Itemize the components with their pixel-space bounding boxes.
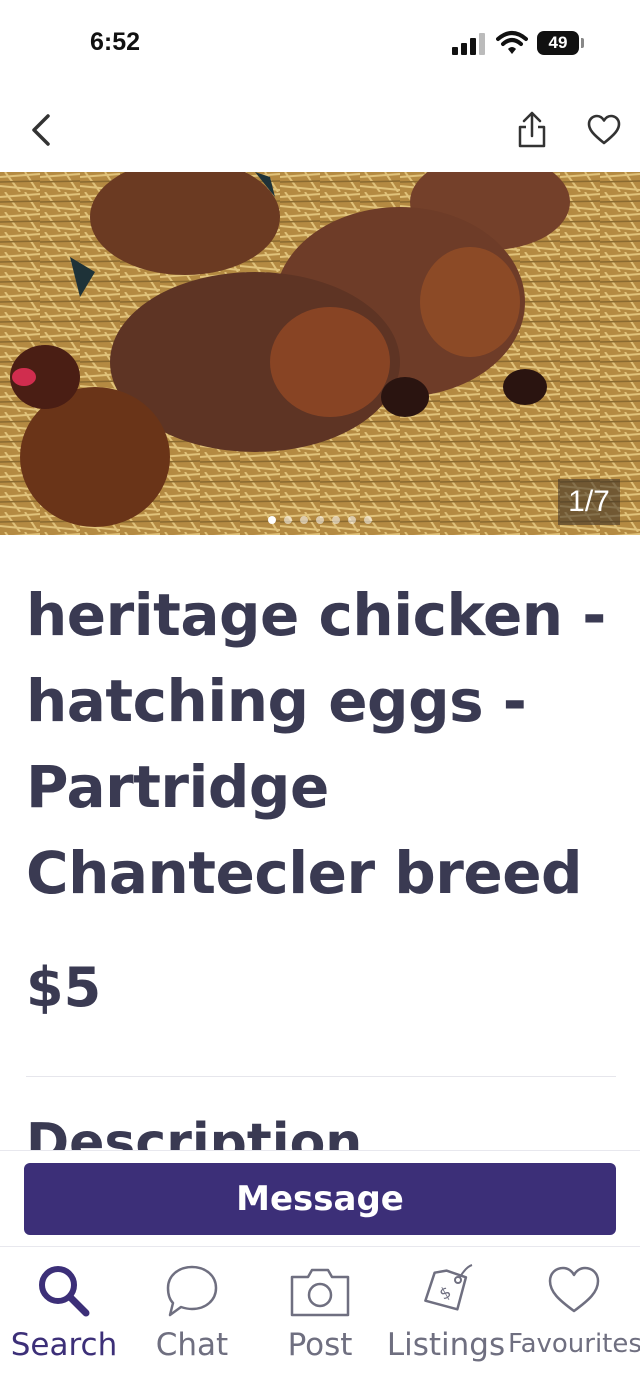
favourite-heart-icon[interactable] xyxy=(586,112,622,148)
wifi-icon xyxy=(496,31,528,54)
svg-text:$: $ xyxy=(436,1282,454,1304)
photo-pagination-dots xyxy=(268,516,372,524)
description-heading: Description xyxy=(26,1113,363,1150)
message-bar: Message xyxy=(0,1150,640,1246)
tab-post[interactable]: Post xyxy=(256,1247,384,1377)
message-button[interactable]: Message xyxy=(24,1163,616,1235)
tab-label: Chat xyxy=(155,1327,229,1363)
photo-counter: 1/7 xyxy=(558,479,620,525)
tab-label: Post xyxy=(287,1327,353,1363)
tab-label: Listings xyxy=(386,1327,506,1363)
pagination-dot xyxy=(332,516,340,524)
pagination-dot xyxy=(364,516,372,524)
tab-search[interactable]: Search xyxy=(0,1247,128,1377)
pagination-dot xyxy=(300,516,308,524)
search-icon xyxy=(39,1266,90,1317)
listing-photo-carousel[interactable]: 1/7 xyxy=(0,172,640,535)
pagination-dot xyxy=(284,516,292,524)
pagination-dot xyxy=(348,516,356,524)
pagination-dot xyxy=(268,516,276,524)
heart-icon xyxy=(548,1266,600,1313)
listing-title: heritage chicken - hatching eggs - Partr… xyxy=(26,572,616,916)
back-chevron-icon[interactable] xyxy=(26,108,58,152)
chat-bubble-icon xyxy=(166,1265,218,1317)
bottom-tab-bar: Search Chat Post $ Listings Favourites xyxy=(0,1246,640,1388)
battery-indicator: 49 xyxy=(537,31,579,55)
tab-favourites[interactable]: Favourites xyxy=(508,1247,640,1377)
tab-label: Search xyxy=(10,1327,118,1363)
listing-title-line: heritage chicken - xyxy=(26,581,606,649)
cellular-signal-icon xyxy=(452,33,488,55)
listing-title-line: Partridge xyxy=(26,753,329,821)
status-time: 6:52 xyxy=(90,28,141,56)
tab-chat[interactable]: Chat xyxy=(128,1247,256,1377)
status-bar: 6:52 49 xyxy=(0,0,640,88)
divider xyxy=(26,1076,616,1077)
pagination-dot xyxy=(316,516,324,524)
battery-tip xyxy=(581,38,584,48)
camera-icon xyxy=(290,1268,350,1317)
listing-title-line: hatching eggs - xyxy=(26,667,527,735)
tab-label: Favourites xyxy=(508,1329,640,1359)
price-tag-icon: $ xyxy=(424,1264,473,1311)
listing-title-line: Chantecler breed xyxy=(26,839,583,907)
share-icon[interactable] xyxy=(514,108,550,152)
tab-listings[interactable]: $ Listings xyxy=(384,1247,508,1377)
listing-price: $5 xyxy=(26,956,102,1019)
chicken-photo xyxy=(0,172,640,535)
